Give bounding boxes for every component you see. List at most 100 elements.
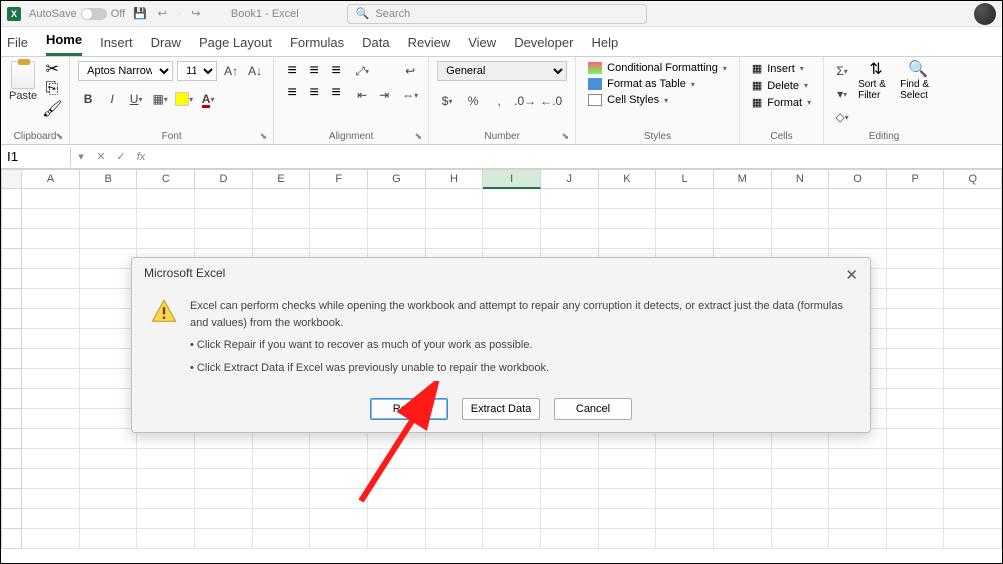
cell[interactable] (714, 469, 772, 489)
cell[interactable] (599, 489, 657, 509)
select-all-corner[interactable] (1, 169, 22, 189)
tab-home[interactable]: Home (46, 28, 82, 56)
cell[interactable] (22, 289, 80, 309)
row-header[interactable] (1, 369, 22, 389)
col-header[interactable]: B (80, 169, 138, 189)
cell[interactable] (483, 189, 541, 209)
cell[interactable] (714, 449, 772, 469)
cell[interactable] (944, 349, 1002, 369)
cell[interactable] (426, 509, 484, 529)
cell[interactable] (80, 269, 138, 289)
cut-icon[interactable]: ✂ (43, 61, 61, 77)
cell[interactable] (310, 449, 368, 469)
cell[interactable] (22, 429, 80, 449)
cell[interactable] (829, 209, 887, 229)
cell[interactable] (22, 529, 80, 549)
cell[interactable] (541, 489, 599, 509)
cell[interactable] (22, 229, 80, 249)
cell[interactable] (80, 289, 138, 309)
cell[interactable] (541, 189, 599, 209)
cell[interactable] (80, 489, 138, 509)
cell[interactable] (22, 349, 80, 369)
cell[interactable] (253, 469, 311, 489)
cell[interactable] (253, 529, 311, 549)
tab-insert[interactable]: Insert (100, 31, 133, 56)
font-name-select[interactable]: Aptos Narrow (78, 61, 173, 81)
cell[interactable] (714, 209, 772, 229)
cell[interactable] (887, 329, 945, 349)
conditional-formatting-button[interactable]: Conditional Formatting (584, 61, 731, 75)
cell[interactable] (887, 409, 945, 429)
cell[interactable] (310, 229, 368, 249)
autosum-icon[interactable]: Σ (832, 61, 852, 81)
cell[interactable] (253, 229, 311, 249)
extract-data-button[interactable]: Extract Data (462, 398, 540, 420)
row-header[interactable] (1, 449, 22, 469)
undo-icon[interactable]: ↩ (155, 7, 169, 21)
cell[interactable] (829, 489, 887, 509)
cell-styles-button[interactable]: Cell Styles (584, 93, 731, 107)
row-header[interactable] (1, 529, 22, 549)
row-header[interactable] (1, 209, 22, 229)
col-header-selected[interactable]: I (483, 169, 541, 189)
cell[interactable] (22, 449, 80, 469)
cell[interactable] (195, 229, 253, 249)
row-header[interactable] (1, 429, 22, 449)
cell[interactable] (80, 409, 138, 429)
row-header[interactable] (1, 389, 22, 409)
cell[interactable] (599, 229, 657, 249)
cell[interactable] (599, 449, 657, 469)
col-header[interactable]: M (714, 169, 772, 189)
cell[interactable] (887, 509, 945, 529)
cell[interactable] (887, 269, 945, 289)
decrease-font-icon[interactable]: A↓ (245, 61, 265, 81)
cell[interactable] (944, 309, 1002, 329)
cell[interactable] (195, 509, 253, 529)
cell[interactable] (944, 389, 1002, 409)
cell[interactable] (483, 449, 541, 469)
cell[interactable] (772, 229, 830, 249)
cell[interactable] (22, 389, 80, 409)
cell[interactable] (310, 189, 368, 209)
cancel-formula-icon[interactable]: ✕ (91, 147, 111, 167)
col-header[interactable]: J (541, 169, 599, 189)
cell[interactable] (944, 289, 1002, 309)
tab-draw[interactable]: Draw (151, 31, 181, 56)
cell[interactable] (599, 469, 657, 489)
format-as-table-button[interactable]: Format as Table (584, 77, 731, 91)
align-left-icon[interactable]: ≡ (282, 83, 302, 103)
cell[interactable] (310, 469, 368, 489)
enter-formula-icon[interactable]: ✓ (111, 147, 131, 167)
cell[interactable] (137, 509, 195, 529)
cell[interactable] (829, 509, 887, 529)
decrease-indent-icon[interactable]: ⇤ (352, 85, 372, 105)
cell[interactable] (887, 209, 945, 229)
cell[interactable] (253, 189, 311, 209)
cell[interactable] (22, 369, 80, 389)
tab-help[interactable]: Help (591, 31, 618, 56)
cell[interactable] (887, 189, 945, 209)
cell[interactable] (772, 189, 830, 209)
cell[interactable] (253, 489, 311, 509)
col-header[interactable]: C (137, 169, 195, 189)
cell[interactable] (22, 249, 80, 269)
cell[interactable] (599, 209, 657, 229)
col-header[interactable]: L (656, 169, 714, 189)
cell[interactable] (829, 189, 887, 209)
cell[interactable] (80, 449, 138, 469)
orientation-icon[interactable]: ⤢ (352, 61, 372, 81)
cell[interactable] (368, 489, 426, 509)
cell[interactable] (22, 489, 80, 509)
cell[interactable] (772, 529, 830, 549)
cell[interactable] (368, 509, 426, 529)
cell[interactable] (772, 209, 830, 229)
redo-icon[interactable]: ↪ (189, 7, 203, 21)
cell[interactable] (887, 389, 945, 409)
col-header[interactable]: P (887, 169, 945, 189)
cell[interactable] (137, 529, 195, 549)
cell[interactable] (887, 449, 945, 469)
cell[interactable] (80, 309, 138, 329)
row-header[interactable] (1, 469, 22, 489)
cell[interactable] (599, 529, 657, 549)
fill-color-icon[interactable] (174, 89, 194, 109)
